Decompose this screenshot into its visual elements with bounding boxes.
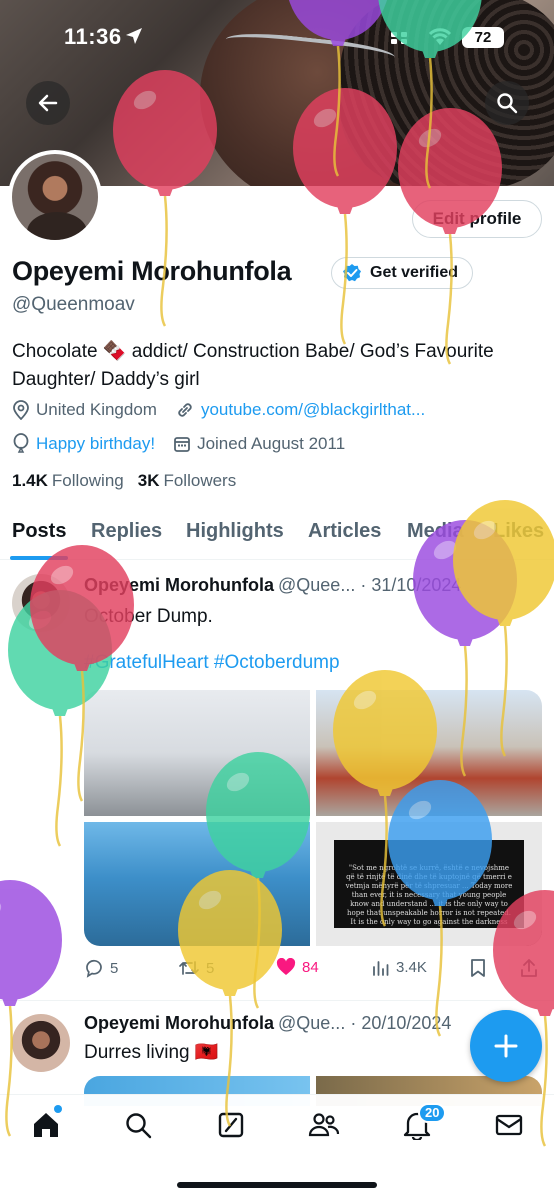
follow-stats: 1.4K Following 3K Followers xyxy=(12,471,236,491)
profile-name: Opeyemi Morohunfola xyxy=(12,256,292,286)
post-date: · 20/10/2024 xyxy=(350,1013,452,1033)
tab-highlights[interactable]: Highlights xyxy=(186,520,284,543)
following-count: 1.4K xyxy=(12,471,48,490)
post-actions: 5 5 84 3.4K xyxy=(84,958,542,982)
post-header: Opeyemi Morohunfola @Que... · 20/10/2024 xyxy=(84,1013,451,1034)
verified-badge-icon xyxy=(343,264,361,282)
profile-avatar[interactable] xyxy=(8,150,102,244)
media-photo-waterfront[interactable] xyxy=(316,690,542,816)
compose-post-button[interactable] xyxy=(470,1010,542,1082)
grok-icon xyxy=(218,1112,244,1138)
following-link[interactable]: 1.4K Following xyxy=(12,471,124,491)
avatar-shoulder xyxy=(27,212,87,240)
cellular-signal-icon xyxy=(391,32,407,44)
get-verified-button[interactable]: Get verified xyxy=(331,257,474,289)
nav-messages[interactable] xyxy=(493,1109,525,1141)
active-tab-indicator xyxy=(10,556,68,560)
back-button[interactable] xyxy=(26,81,70,125)
nav-search[interactable] xyxy=(122,1109,154,1141)
post-text: October Dump. xyxy=(84,606,213,627)
profile-joined: Joined August 2011 xyxy=(197,434,346,453)
post-text: Durres living 🇦🇱 xyxy=(84,1042,219,1063)
mail-icon xyxy=(495,1114,523,1136)
bookmark-icon xyxy=(471,959,485,977)
media-photo-beach[interactable] xyxy=(84,822,310,946)
reply-icon xyxy=(86,959,102,978)
media-photo-plaque[interactable]: "Sot me ngrohtë se kurrë, është e nevojs… xyxy=(316,822,542,946)
post-author-name[interactable]: Opeyemi Morohunfola xyxy=(84,575,274,595)
location-arrow-icon xyxy=(126,28,142,44)
calendar-icon xyxy=(174,437,190,452)
tab-replies[interactable]: Replies xyxy=(91,520,162,543)
following-label: Following xyxy=(51,471,124,490)
notifications-badge: 20 xyxy=(418,1103,447,1123)
nav-grok[interactable] xyxy=(215,1109,247,1141)
communities-icon xyxy=(308,1113,340,1137)
post-author-handle: @Que... xyxy=(278,1013,346,1033)
profile-location: United Kingdom xyxy=(36,400,157,419)
views-button[interactable]: 3.4K xyxy=(372,958,427,976)
post-media-grid[interactable]: "Sot me ngrohtë se kurrë, është e nevojs… xyxy=(84,690,542,946)
arrow-left-icon xyxy=(38,94,58,112)
like-count: 84 xyxy=(302,958,319,976)
tab-posts[interactable]: Posts xyxy=(12,520,66,543)
balloon-icon xyxy=(13,433,29,453)
heart-icon xyxy=(276,958,296,975)
profile-birthday[interactable]: Happy birthday! xyxy=(36,434,155,454)
followers-link[interactable]: 3K Followers xyxy=(138,471,236,491)
search-icon xyxy=(497,93,518,114)
tab-articles[interactable]: Articles xyxy=(308,520,381,543)
repost-icon xyxy=(179,961,199,975)
post-author-name[interactable]: Opeyemi Morohunfola xyxy=(84,1013,274,1033)
tab-media[interactable]: Media xyxy=(407,520,464,543)
like-button[interactable]: 84 xyxy=(276,958,319,976)
plaque-text: "Sot me ngrohtë se kurrë, është e nevojs… xyxy=(345,864,513,926)
profile-handle: @Queenmoav xyxy=(12,294,135,315)
home-unread-dot xyxy=(54,1105,62,1113)
post-hashtags[interactable]: #GratefulHeart #Octoberdump xyxy=(84,652,340,674)
post-divider xyxy=(0,1000,554,1001)
home-indicator xyxy=(177,1182,377,1188)
repost-button[interactable]: 5 xyxy=(178,958,214,978)
followers-label: Followers xyxy=(163,471,237,490)
search-icon xyxy=(126,1113,152,1139)
post-header: Opeyemi Morohunfola @Quee... · 31/10/2024 xyxy=(84,575,461,596)
nav-communities[interactable] xyxy=(308,1109,340,1141)
views-count: 3.4K xyxy=(396,958,427,976)
followers-count: 3K xyxy=(137,471,160,490)
plus-icon xyxy=(494,1034,518,1058)
status-bar: 11:36 72 xyxy=(0,0,554,76)
home-icon xyxy=(34,1113,58,1137)
repost-count: 5 xyxy=(206,959,215,977)
share-icon xyxy=(521,959,537,977)
get-verified-label: Get verified xyxy=(370,264,459,281)
reply-button[interactable]: 5 xyxy=(84,958,118,978)
post-avatar[interactable] xyxy=(12,1014,70,1072)
wifi-icon xyxy=(428,28,452,45)
profile-bio: Chocolate 🍫 addict/ Construction Babe/ G… xyxy=(12,341,494,390)
edit-profile-button[interactable]: Edit profile xyxy=(412,200,542,238)
location-pin-icon xyxy=(13,400,29,420)
status-time: 11:36 xyxy=(64,24,122,49)
reply-count: 5 xyxy=(110,959,119,977)
link-icon xyxy=(178,403,192,417)
profile-meta-row-2: Happy birthday! Joined August 2011 xyxy=(12,433,345,455)
media-photo-office[interactable] xyxy=(84,690,310,816)
battery-indicator: 72 xyxy=(462,27,504,48)
post-author-handle: @Quee... xyxy=(278,575,356,595)
analytics-icon xyxy=(373,961,389,976)
nav-home[interactable] xyxy=(30,1109,62,1141)
post-avatar[interactable] xyxy=(12,574,70,632)
profile-website-link[interactable]: youtube.com/@blackgirlthat... xyxy=(201,400,425,420)
post-date: · 31/10/2024 xyxy=(360,575,462,595)
profile-tabs: Posts Replies Highlights Articles Media … xyxy=(0,512,554,560)
bookmark-button[interactable] xyxy=(470,958,486,978)
share-button[interactable] xyxy=(520,958,538,978)
profile-meta-row-1: United Kingdom youtube.com/@blackgirltha… xyxy=(12,400,425,420)
search-button[interactable] xyxy=(485,81,529,125)
tab-likes[interactable]: Likes xyxy=(493,520,544,543)
